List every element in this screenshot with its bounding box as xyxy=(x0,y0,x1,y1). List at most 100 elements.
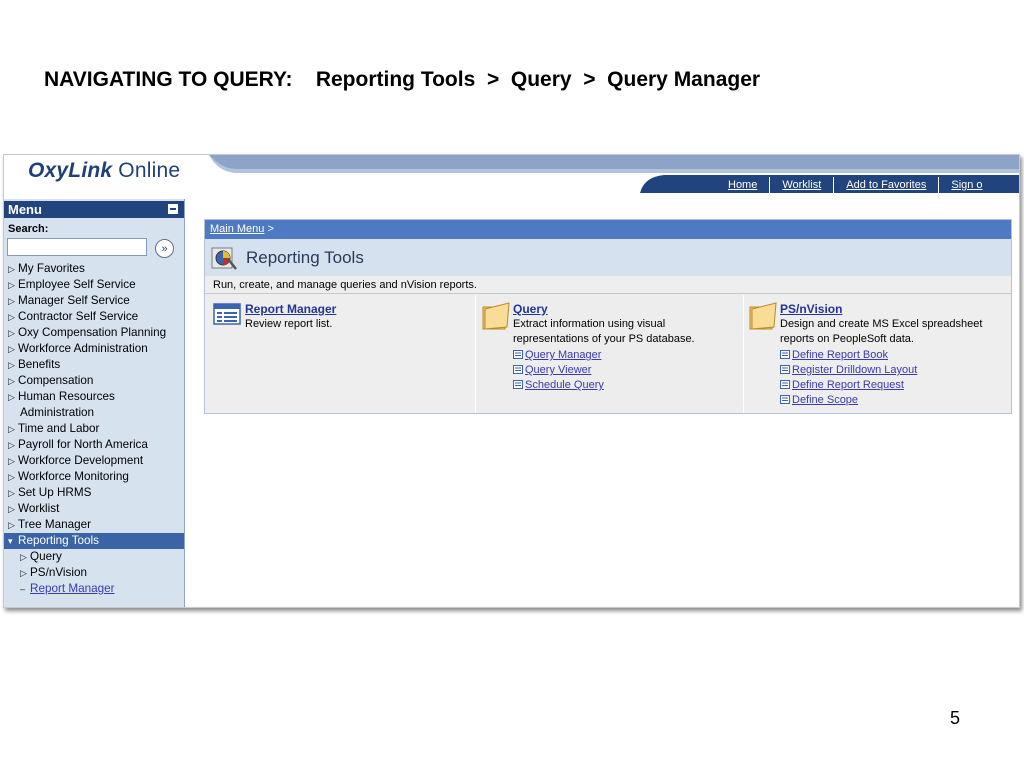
minimize-icon[interactable] xyxy=(168,204,178,214)
sidebar-item-label: Benefits xyxy=(18,358,61,371)
expand-arrow-icon: ▷ xyxy=(8,280,15,290)
list-icon xyxy=(780,380,790,389)
sidebar-subitem-report-manager[interactable]: – Report Manager xyxy=(4,581,184,597)
sidebar-item-contractor-self-service[interactable]: ▷ Contractor Self Service xyxy=(4,309,184,325)
expand-arrow-icon: ▷ xyxy=(8,312,15,322)
universal-nav: Home Worklist Add to Favorites Sign o xyxy=(716,177,995,193)
report-manager-link[interactable]: Report Manager xyxy=(245,302,336,316)
link-label: Query Manager xyxy=(525,349,602,361)
expand-arrow-icon: ▷ xyxy=(8,520,15,530)
sidebar-item-label: Payroll for North America xyxy=(18,438,148,451)
sidebar-item-label: Manager Self Service xyxy=(18,294,130,307)
folder-icon xyxy=(482,302,510,330)
sidebar-item-time-and-labor[interactable]: ▷ Time and Labor xyxy=(4,421,184,437)
page-description: Run, create, and manage queries and nVis… xyxy=(213,279,477,291)
sidebar-item-manager-self-service[interactable]: ▷ Manager Self Service xyxy=(4,293,184,309)
search-go-icon[interactable]: » xyxy=(155,239,174,258)
sidebar-subitem-query[interactable]: ▷ Query xyxy=(4,549,184,565)
sidebar-item-set-up-hrms[interactable]: ▷ Set Up HRMS xyxy=(4,485,184,501)
search-label: Search: xyxy=(8,223,49,235)
breadcrumb-separator: > xyxy=(264,223,274,235)
sidebar-item-label: Reporting Tools xyxy=(18,534,99,547)
sidebar-item-workforce-administration[interactable]: ▷ Workforce Administration xyxy=(4,341,184,357)
schedule-query-link[interactable]: Schedule Query xyxy=(513,378,604,393)
list-icon xyxy=(513,350,523,359)
sidebar-item-label: Administration xyxy=(20,406,95,419)
sidebar-item-workforce-development[interactable]: ▷ Workforce Development xyxy=(4,453,184,469)
reporting-tools-icon xyxy=(211,247,237,270)
sidebar-item-label: Workforce Development xyxy=(18,454,144,467)
expand-arrow-icon: ▷ xyxy=(8,456,15,466)
expand-arrow-icon: ▷ xyxy=(8,392,15,402)
sidebar-item-label: Query xyxy=(30,550,62,563)
report-manager-description: Review report list. xyxy=(245,318,333,330)
title-bar: Reporting Tools xyxy=(205,239,1011,276)
sidebar-item-label: Workforce Monitoring xyxy=(18,470,129,483)
sign-out-link[interactable]: Sign o xyxy=(939,177,994,193)
list-icon xyxy=(513,380,523,389)
query-title-link[interactable]: Query xyxy=(513,302,548,316)
expand-arrow-icon: ▷ xyxy=(8,264,15,274)
list-icon xyxy=(780,395,790,404)
main-menu-link[interactable]: Main Menu xyxy=(205,223,264,235)
sidebar-item-my-favorites[interactable]: ▷ My Favorites xyxy=(4,261,184,277)
home-link[interactable]: Home xyxy=(716,177,771,193)
define-report-book-link[interactable]: Define Report Book xyxy=(780,348,917,363)
psnvision-title-link[interactable]: PS/nVision xyxy=(780,302,842,316)
sidebar-item-human-resources-cont[interactable]: Administration xyxy=(4,405,184,421)
sidebar-subitem-psnvision[interactable]: ▷ PS/nVision xyxy=(4,565,184,581)
sidebar-item-employee-self-service[interactable]: ▷ Employee Self Service xyxy=(4,277,184,293)
define-scope-link[interactable]: Define Scope xyxy=(780,393,917,408)
search-input[interactable] xyxy=(7,238,147,256)
sidebar-item-compensation[interactable]: ▷ Compensation xyxy=(4,373,184,389)
page-title: Reporting Tools xyxy=(246,248,364,267)
expand-arrow-icon: ▷ xyxy=(20,552,27,562)
query-viewer-link[interactable]: Query Viewer xyxy=(513,363,604,378)
add-to-favorites-link[interactable]: Add to Favorites xyxy=(834,177,940,193)
sidebar-item-label: Employee Self Service xyxy=(18,278,136,291)
sidebar-item-payroll-north-america[interactable]: ▷ Payroll for North America xyxy=(4,437,184,453)
expand-arrow-icon: ▷ xyxy=(8,360,15,370)
folder-icon xyxy=(749,302,777,330)
sidebar-item-worklist[interactable]: ▷ Worklist xyxy=(4,501,184,517)
menu-title: Menu xyxy=(8,202,42,217)
expand-arrow-icon: ▷ xyxy=(8,472,15,482)
menu-list: ▷ My Favorites ▷ Employee Self Service ▷ Ma… xyxy=(4,261,184,597)
sidebar-item-label: Report Manager xyxy=(30,582,115,595)
worklist-link[interactable]: Worklist xyxy=(770,177,835,193)
link-label: Register Drilldown Layout xyxy=(792,364,918,376)
register-drilldown-layout-link[interactable]: Register Drilldown Layout xyxy=(780,363,917,378)
sidebar-item-benefits[interactable]: ▷ Benefits xyxy=(4,357,184,373)
sidebar-item-label: Worklist xyxy=(18,502,60,515)
sidebar-item-label: Oxy Compensation Planning xyxy=(18,326,167,339)
sidebar-item-label: My Favorites xyxy=(18,262,85,275)
sidebar-item-label: Workforce Administration xyxy=(18,342,148,355)
query-description: Extract information using visual represe… xyxy=(513,318,695,345)
divider xyxy=(205,293,1011,294)
breadcrumb: Main Menu > xyxy=(205,220,1011,239)
define-report-request-link[interactable]: Define Report Request xyxy=(780,378,917,393)
dash-icon: – xyxy=(20,584,26,594)
sidebar-item-tree-manager[interactable]: ▷ Tree Manager xyxy=(4,517,184,533)
sidebar-item-workforce-monitoring[interactable]: ▷ Workforce Monitoring xyxy=(4,469,184,485)
expand-arrow-icon: ▷ xyxy=(20,568,27,578)
sidebar-item-label: Contractor Self Service xyxy=(18,310,139,323)
expand-arrow-icon: ▷ xyxy=(8,296,15,306)
psnvision-links: Define Report Book Register Drilldown La… xyxy=(780,348,917,408)
collapse-arrow-icon: ▾ xyxy=(8,536,13,546)
expand-arrow-icon: ▷ xyxy=(8,504,15,514)
query-manager-link[interactable]: Query Manager xyxy=(513,348,604,363)
expand-arrow-icon: ▷ xyxy=(8,328,15,338)
list-icon xyxy=(513,365,523,374)
page-number: 5 xyxy=(950,708,961,728)
sidebar-item-label: Set Up HRMS xyxy=(18,486,92,499)
link-label: Define Report Book xyxy=(792,349,888,361)
oxylink-logo: OxyLink Online xyxy=(28,159,180,183)
link-label: Schedule Query xyxy=(525,379,604,391)
sidebar-item-human-resources[interactable]: ▷ Human Resources xyxy=(4,389,184,405)
sidebar-menu: Menu Search: » ▷ My Favorites ▷ Employee S… xyxy=(4,199,185,607)
expand-arrow-icon: ▷ xyxy=(8,488,15,498)
sidebar-item-reporting-tools[interactable]: ▾ Reporting Tools xyxy=(4,533,184,549)
sidebar-item-oxy-compensation-planning[interactable]: ▷ Oxy Compensation Planning xyxy=(4,325,184,341)
sidebar-item-label: Human Resources xyxy=(18,390,115,403)
